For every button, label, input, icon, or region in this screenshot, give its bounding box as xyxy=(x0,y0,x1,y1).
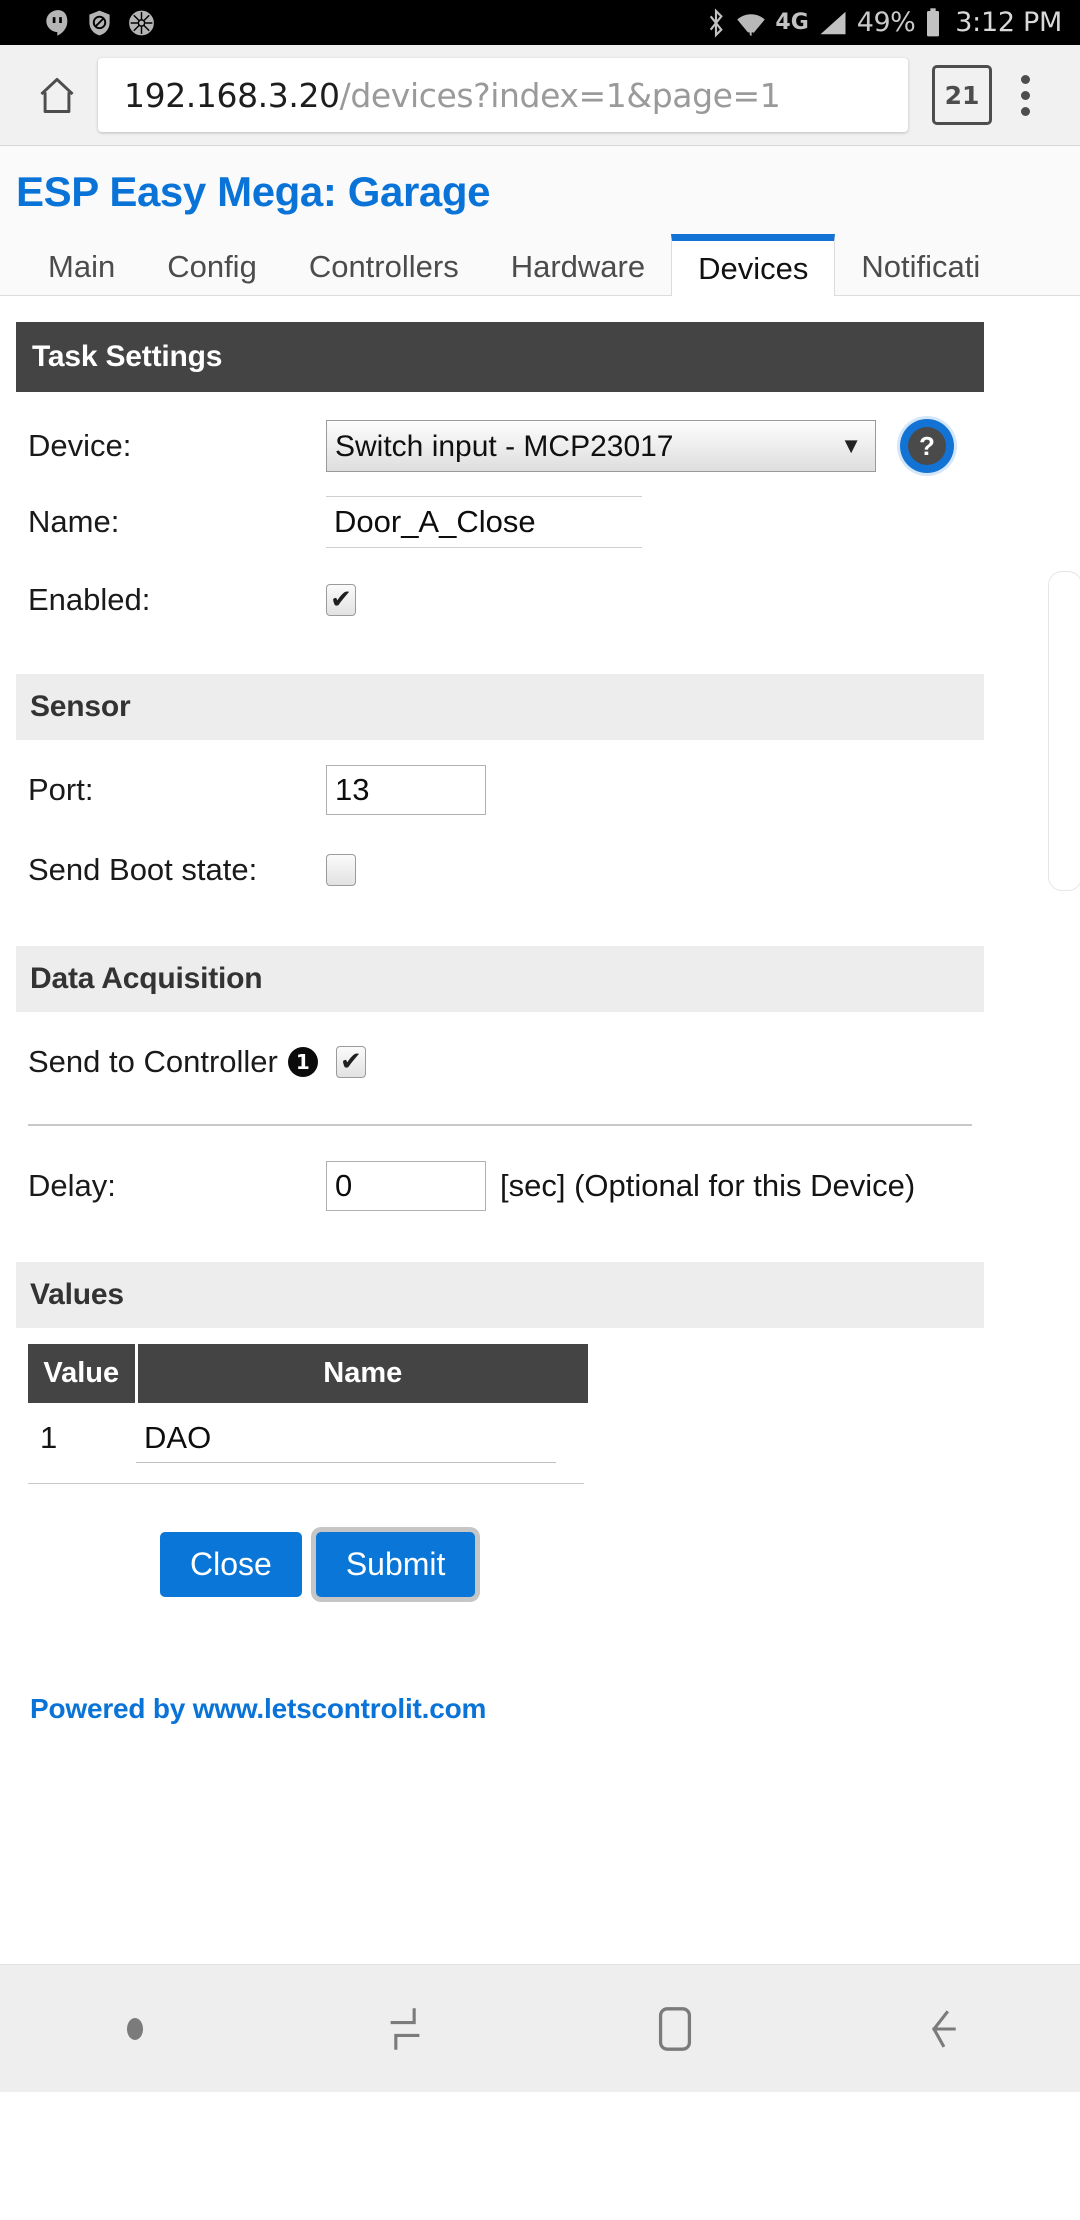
task-settings-heading: Task Settings xyxy=(16,322,984,392)
delay-row: Delay: [sec] (Optional for this Device) xyxy=(16,1152,984,1220)
column-header-name: Name xyxy=(134,1344,588,1403)
send-boot-state-checkbox[interactable] xyxy=(326,854,356,886)
wifi-icon xyxy=(737,13,766,36)
nav-tab-strip: Main Config Controllers Hardware Devices… xyxy=(0,234,1080,296)
table-row: 1 xyxy=(28,1403,588,1473)
browser-toolbar: 192.168.3.20/devices?index=1&page=1 21 xyxy=(0,45,1080,146)
device-help-button[interactable]: ? xyxy=(900,419,954,473)
signal-bars-icon xyxy=(820,11,846,34)
send-to-controller-row: Send to Controller 1 ✔ xyxy=(16,1028,984,1096)
values-table-header-row: Value Name xyxy=(28,1344,588,1403)
enabled-row: Enabled: ✔ xyxy=(16,566,984,634)
recent-apps-button[interactable] xyxy=(270,2005,540,2053)
port-input[interactable] xyxy=(326,765,486,815)
tab-main[interactable]: Main xyxy=(22,238,141,295)
delay-input[interactable] xyxy=(326,1161,486,1211)
address-bar[interactable]: 192.168.3.20/devices?index=1&page=1 xyxy=(98,58,908,132)
offscreen-panel-edge xyxy=(1048,571,1080,891)
nav-dot-icon xyxy=(127,2017,143,2040)
form-divider xyxy=(28,1124,972,1126)
web-page-content: ESP Easy Mega: Garage Main Config Contro… xyxy=(0,146,1080,2092)
status-bar-clock: 3:12 PM xyxy=(955,7,1062,38)
page-title: ESP Easy Mega: Garage xyxy=(16,168,491,215)
tab-count-label: 21 xyxy=(944,80,980,110)
close-button[interactable]: Close xyxy=(160,1532,302,1597)
powered-by-link[interactable]: Powered by www.letscontrolit.com xyxy=(16,1597,984,1725)
values-table: Value Name 1 xyxy=(28,1344,588,1473)
status-bar-notification-icons xyxy=(44,8,156,38)
browser-menu-button[interactable] xyxy=(992,74,1058,116)
android-navigation-bar xyxy=(0,1964,1080,2092)
back-button[interactable] xyxy=(810,2005,1080,2053)
overflow-menu-icon xyxy=(1020,90,1030,100)
send-to-controller-checkbox[interactable]: ✔ xyxy=(335,1046,366,1078)
send-boot-state-row: Send Boot state: xyxy=(16,836,984,904)
battery-percent-label: 49% xyxy=(856,7,916,38)
page-header: ESP Easy Mega: Garage Main Config Contro… xyxy=(0,146,1080,296)
mobile-data-4g-icon: 4G xyxy=(775,9,809,35)
tab-notifications[interactable]: Notificati xyxy=(835,238,1006,295)
tab-switcher-button[interactable]: 21 xyxy=(932,65,992,125)
value-index-cell: 1 xyxy=(40,1420,58,1455)
wheel-icon xyxy=(129,10,154,35)
home-square-icon xyxy=(658,2006,692,2051)
overflow-menu-icon xyxy=(1020,106,1030,116)
url-path: /devices?index=1&page=1 xyxy=(339,75,781,115)
device-row: Device: Switch input - MCP23017 ▼ ? xyxy=(16,412,984,480)
home-button[interactable] xyxy=(22,73,92,117)
port-row: Port: xyxy=(16,756,984,824)
sensor-heading: Sensor xyxy=(16,674,984,740)
overflow-menu-icon xyxy=(1020,74,1030,84)
android-status-bar: 4G 49% 3:12 PM xyxy=(0,0,1080,45)
url-host: 192.168.3.20 xyxy=(124,75,340,115)
tab-config[interactable]: Config xyxy=(141,238,283,295)
name-row: Name: xyxy=(16,488,984,556)
values-heading: Values xyxy=(16,1262,984,1328)
send-to-controller-label: Send to Controller xyxy=(28,1044,278,1079)
controller-index-badge: 1 xyxy=(287,1047,318,1077)
delay-label: Delay: xyxy=(28,1168,116,1203)
nav-dot-slot[interactable] xyxy=(0,2017,270,2040)
value-name-cell xyxy=(136,1403,588,1473)
send-boot-state-label: Send Boot state: xyxy=(28,852,258,887)
send-to-controller-label-group: Send to Controller 1 xyxy=(16,1044,318,1080)
do-not-disturb-icon xyxy=(89,10,110,35)
name-label: Name: xyxy=(28,504,120,539)
device-label: Device: xyxy=(28,428,132,463)
url-text: 192.168.3.20/devices?index=1&page=1 xyxy=(124,75,781,115)
device-select-shell: Switch input - MCP23017 ▼ xyxy=(326,420,876,472)
device-select[interactable]: Switch input - MCP23017 xyxy=(326,420,876,472)
bluetooth-icon xyxy=(710,7,724,38)
value-name-input[interactable] xyxy=(136,1413,556,1463)
back-arrow-icon xyxy=(932,2009,956,2048)
enabled-label: Enabled: xyxy=(28,582,151,617)
column-header-value: Value xyxy=(28,1344,136,1403)
port-label: Port: xyxy=(28,772,94,807)
data-acquisition-heading: Data Acquisition xyxy=(16,946,984,1012)
question-mark-icon: ? xyxy=(908,427,946,465)
tab-controllers[interactable]: Controllers xyxy=(283,238,485,295)
delay-hint: [sec] (Optional for this Device) xyxy=(500,1168,916,1203)
hangouts-icon xyxy=(46,9,68,36)
name-input[interactable] xyxy=(326,496,642,548)
home-icon xyxy=(40,77,74,113)
form-actions: Close Submit xyxy=(16,1484,984,1597)
recent-apps-icon xyxy=(390,2007,420,2050)
battery-icon xyxy=(927,7,940,36)
home-button-nav[interactable] xyxy=(540,2004,810,2054)
tab-devices[interactable]: Devices xyxy=(671,234,836,296)
status-bar-system-icons: 4G 49% 3:12 PM xyxy=(705,7,1062,39)
enabled-checkbox[interactable]: ✔ xyxy=(326,584,356,616)
submit-button[interactable]: Submit xyxy=(315,1532,476,1597)
task-settings-form: Task Settings Device: Switch input - MCP… xyxy=(0,296,1000,1725)
tab-hardware[interactable]: Hardware xyxy=(485,238,671,295)
